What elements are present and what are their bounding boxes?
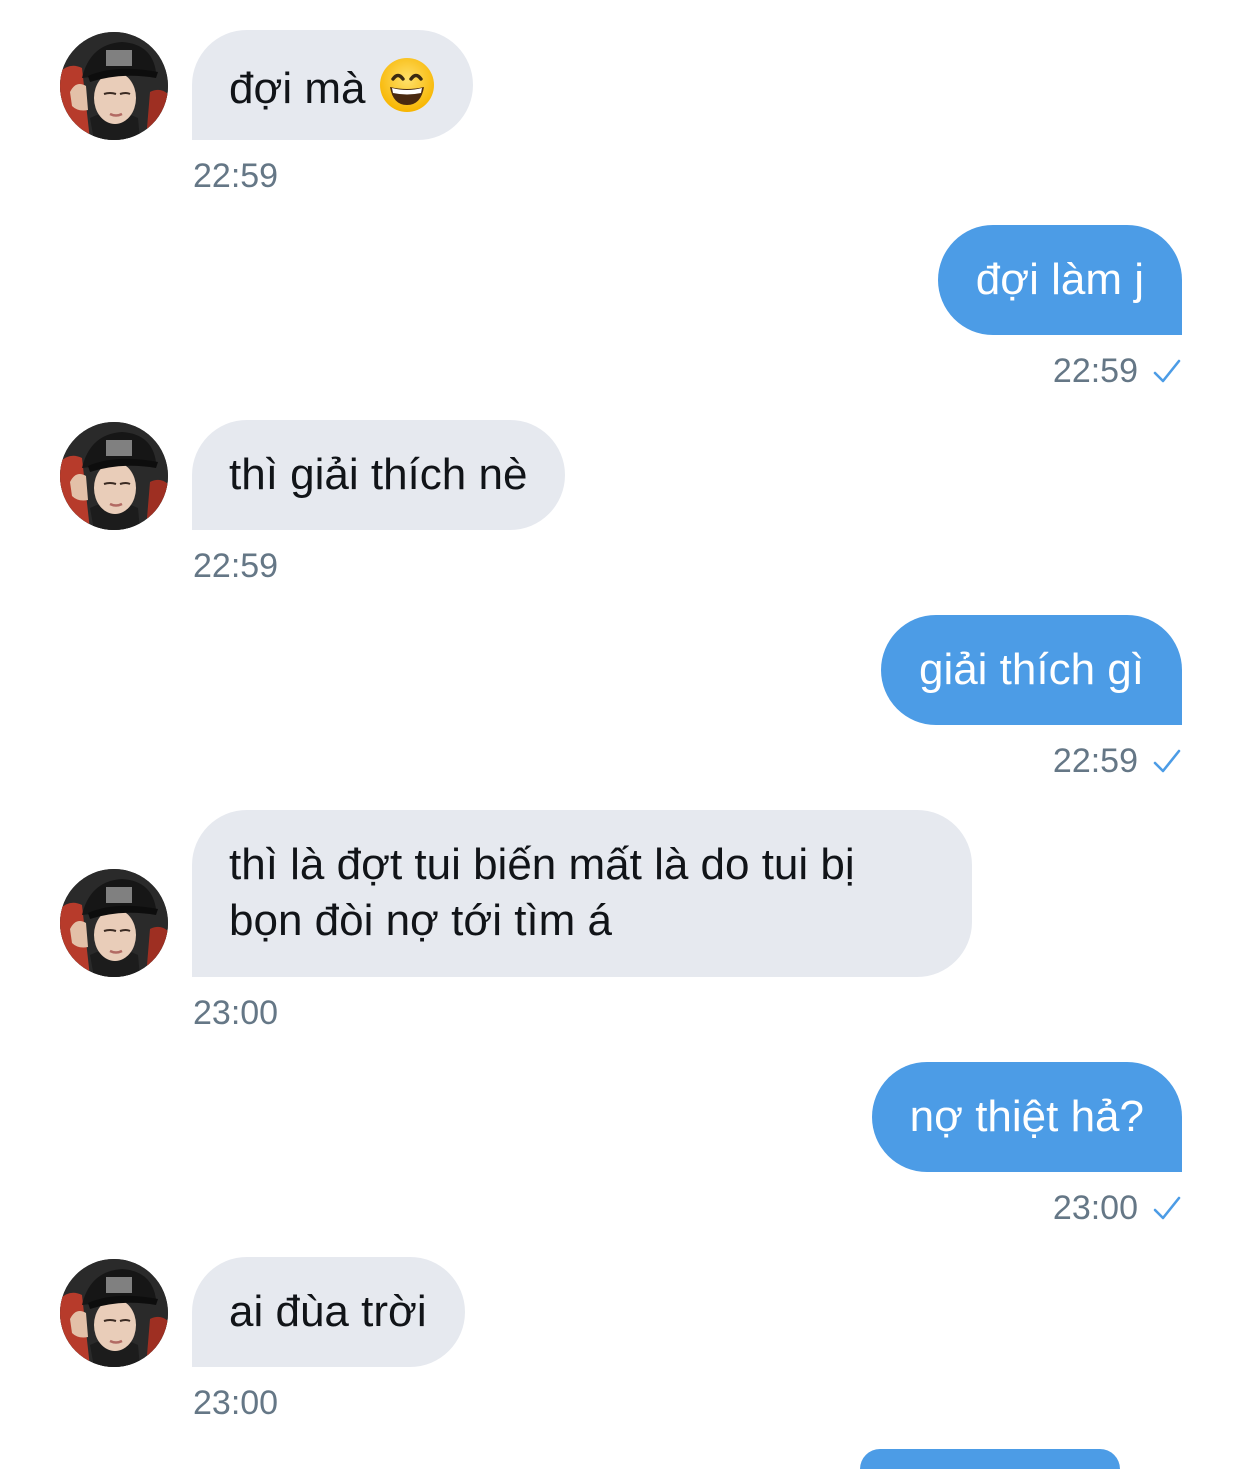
outgoing-message-bubble-partial[interactable] xyxy=(860,1449,1120,1469)
message-text: ai đùa trời xyxy=(229,1287,427,1336)
incoming-message-bubble[interactable]: ai đùa trời xyxy=(192,1257,465,1367)
incoming-message-bubble[interactable]: thì là đợt tui biến mất là do tui bị bọn… xyxy=(192,810,972,977)
message-text: thì giải thích nè xyxy=(229,450,528,499)
message-status-row: 22:59 xyxy=(1053,351,1182,391)
avatar-image xyxy=(60,1259,168,1367)
outgoing-message-bubble[interactable]: giải thích gì xyxy=(880,615,1182,725)
message-text: đợi mà xyxy=(229,64,366,113)
message-text: giải thích gì xyxy=(918,645,1144,694)
message-status-row: 22:59 xyxy=(1053,741,1182,781)
message-text-line: bọn đòi nợ tới tìm á xyxy=(229,896,613,945)
message-text-line: thì là đợt tui biến mất là do tui bị xyxy=(229,840,855,889)
outgoing-message-bubble[interactable]: đợi làm j xyxy=(937,225,1182,335)
checkmark-icon xyxy=(1153,359,1181,383)
message-timestamp: 22:59 xyxy=(193,547,279,585)
message-text: nợ thiệt hả? xyxy=(909,1092,1144,1141)
outgoing-message-bubble[interactable]: nợ thiệt hả? xyxy=(871,1062,1182,1172)
contact-avatar[interactable] xyxy=(60,422,168,530)
message-timestamp: 23:00 xyxy=(193,1384,279,1422)
incoming-message-bubble[interactable]: đợi mà xyxy=(192,30,474,140)
message-status-row: 23:00 xyxy=(1053,1188,1182,1228)
avatar-image xyxy=(60,32,168,140)
contact-avatar[interactable] xyxy=(60,869,168,977)
message-timestamp: 22:59 xyxy=(1052,352,1138,390)
avatar-image xyxy=(60,869,168,977)
message-text: đợi làm j xyxy=(975,255,1144,304)
message-timestamp: 22:59 xyxy=(193,157,279,195)
contact-avatar[interactable] xyxy=(60,32,168,140)
grinning-face-emoji-icon xyxy=(380,58,435,112)
message-timestamp: 23:00 xyxy=(193,994,279,1032)
checkmark-icon xyxy=(1153,1196,1181,1220)
message-timestamp: 23:00 xyxy=(1052,1189,1138,1227)
message-timestamp: 22:59 xyxy=(1052,742,1138,780)
incoming-message-bubble[interactable]: thì giải thích nè xyxy=(192,420,566,530)
checkmark-icon xyxy=(1153,749,1181,773)
contact-avatar[interactable] xyxy=(60,1259,168,1367)
avatar-image xyxy=(60,422,168,530)
